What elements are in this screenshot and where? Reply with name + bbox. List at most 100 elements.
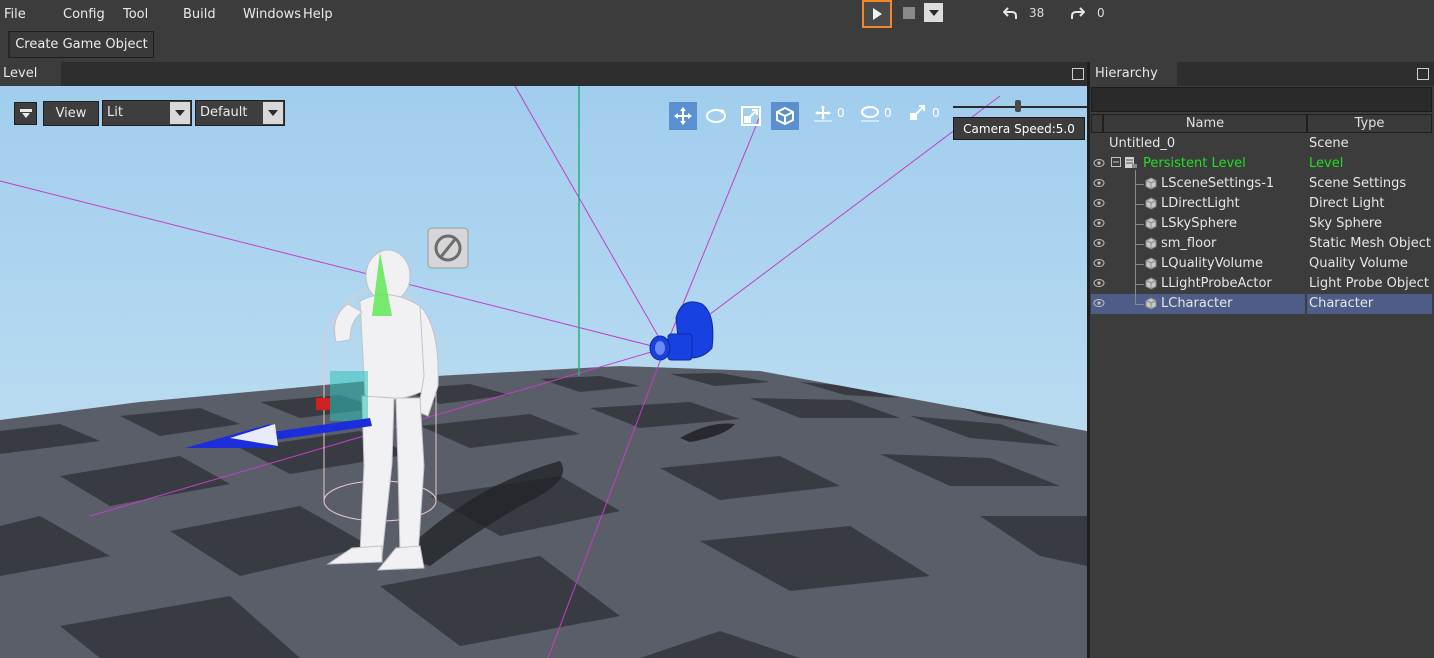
item-name: LQualityVolume [1161,256,1264,271]
translate-snap-value: 0 [837,106,845,120]
create-game-object-button[interactable]: Create Game Object [8,31,154,58]
item-name: Untitled_0 [1109,136,1176,151]
name-cell: LCharacter [1091,294,1305,314]
collapse-icon[interactable] [1111,157,1121,167]
redo-group: 0 [1071,3,1105,23]
level-tab-bar: Level [0,62,1087,86]
name-cell: LSkySphere [1091,214,1305,234]
cube-icon [1145,237,1157,250]
rotate-snap-value: 0 [884,106,892,120]
scene-render [0,86,1087,658]
rotate-snap[interactable]: 0 [860,104,892,122]
pin-icon[interactable] [1417,68,1429,80]
item-type: Scene Settings [1309,176,1407,191]
scale-snap[interactable]: 0 [908,104,940,122]
undo-count: 38 [1029,6,1045,20]
render-mode-value: Lit [107,105,123,120]
hierarchy-search-input[interactable] [1091,87,1432,112]
menu-tool[interactable]: Tool [123,7,148,22]
item-type: Static Mesh Object [1309,236,1432,251]
viewport-menu-button[interactable] [14,102,37,125]
menu-bar: File Config Tool Build Windows Help 38 0 [0,0,1434,29]
list-item[interactable]: LSceneSettings-1 Scene Settings [1091,174,1432,194]
checker-floor [0,366,1087,658]
item-type: Scene [1309,136,1349,151]
eye-icon[interactable] [1093,218,1105,228]
item-type: Quality Volume [1309,256,1408,271]
menu-build[interactable]: Build [183,7,216,22]
item-name: LCharacter [1161,296,1233,311]
column-type[interactable]: Type [1307,114,1432,133]
cube-icon [1145,217,1157,230]
name-cell: Untitled_0 [1091,134,1305,154]
redo-icon[interactable] [1071,6,1085,20]
eye-icon[interactable] [1093,198,1105,208]
view-button[interactable]: View [43,101,99,126]
name-cell: LQualityVolume [1091,254,1305,274]
scale-gizmo-icon [741,106,761,126]
camera-speed-handle[interactable] [1015,100,1021,112]
stop-button[interactable] [903,7,915,19]
move-gizmo-icon [674,107,692,125]
hierarchy-tab-bar: Hierarchy [1090,62,1434,86]
list-item[interactable]: LDirectLight Direct Light [1091,194,1432,214]
layout-mode-select[interactable]: Default [195,100,285,126]
chevron-down-icon [928,9,939,16]
list-item[interactable]: sm_floor Static Mesh Object [1091,234,1432,254]
play-icon [873,8,882,20]
main-toolbar: Create Game Object [0,29,1434,62]
name-cell: LLightProbeActor [1091,274,1305,294]
redo-count: 0 [1097,6,1105,20]
local-space-button[interactable] [771,102,799,130]
translate-gizmo-button[interactable] [669,102,697,130]
name-cell: LSceneSettings-1 [1091,174,1305,194]
list-item[interactable]: LLightProbeActor Light Probe Object [1091,274,1432,294]
cube-icon [1145,197,1157,210]
rotate-gizmo-icon [706,109,726,123]
list-item[interactable]: Untitled_0 Scene [1091,134,1432,154]
menu-windows[interactable]: Windows [243,7,301,22]
render-mode-select[interactable]: Lit [102,100,192,126]
item-type: Light Probe Object [1309,276,1429,291]
scale-snap-icon [910,105,925,120]
eye-icon[interactable] [1093,178,1105,188]
undo-group: 38 [1003,3,1044,23]
menu-file[interactable]: File [4,7,26,22]
scale-gizmo-button[interactable] [737,102,765,130]
play-options-dropdown[interactable] [924,3,943,22]
menu-help[interactable]: Help [303,7,333,22]
list-item[interactable]: LQualityVolume Quality Volume [1091,254,1432,274]
item-name: LLightProbeActor [1161,276,1272,291]
eye-icon[interactable] [1093,258,1105,268]
eye-icon[interactable] [1093,158,1105,168]
list-item[interactable]: LSkySphere Sky Sphere [1091,214,1432,234]
camera-speed-tooltip: Camera Speed:5.0 [953,117,1085,140]
level-viewport[interactable]: View Lit Default 0 0 0 Camera Speed:5.0 [0,86,1087,658]
translate-snap-icon [814,105,832,122]
menu-config[interactable]: Config [63,7,105,22]
local-space-icon [776,106,794,126]
column-name[interactable]: Name [1103,114,1307,133]
play-button[interactable] [862,0,892,28]
eye-icon[interactable] [1093,298,1105,308]
tab-level[interactable]: Level [0,62,61,86]
menu-icon [19,108,32,118]
item-type: Sky Sphere [1309,216,1382,231]
pin-icon[interactable] [1072,68,1084,80]
item-type: Character [1307,294,1432,314]
chevron-down-icon [170,102,190,124]
name-cell: sm_floor [1091,234,1305,254]
list-item[interactable]: LCharacter Character [1091,294,1432,314]
chevron-down-icon [263,102,283,124]
item-name: LSceneSettings-1 [1161,176,1275,191]
eye-icon[interactable] [1093,278,1105,288]
list-item[interactable]: Persistent Level Level [1091,154,1432,174]
eye-icon[interactable] [1093,238,1105,248]
tab-hierarchy[interactable]: Hierarchy [1090,62,1177,86]
undo-icon[interactable] [1003,6,1017,20]
translate-snap[interactable]: 0 [813,104,845,122]
rotate-gizmo-button[interactable] [702,102,730,130]
cube-icon [1145,277,1157,290]
item-type: Level [1309,156,1344,171]
panel-splitter[interactable] [1087,62,1090,658]
